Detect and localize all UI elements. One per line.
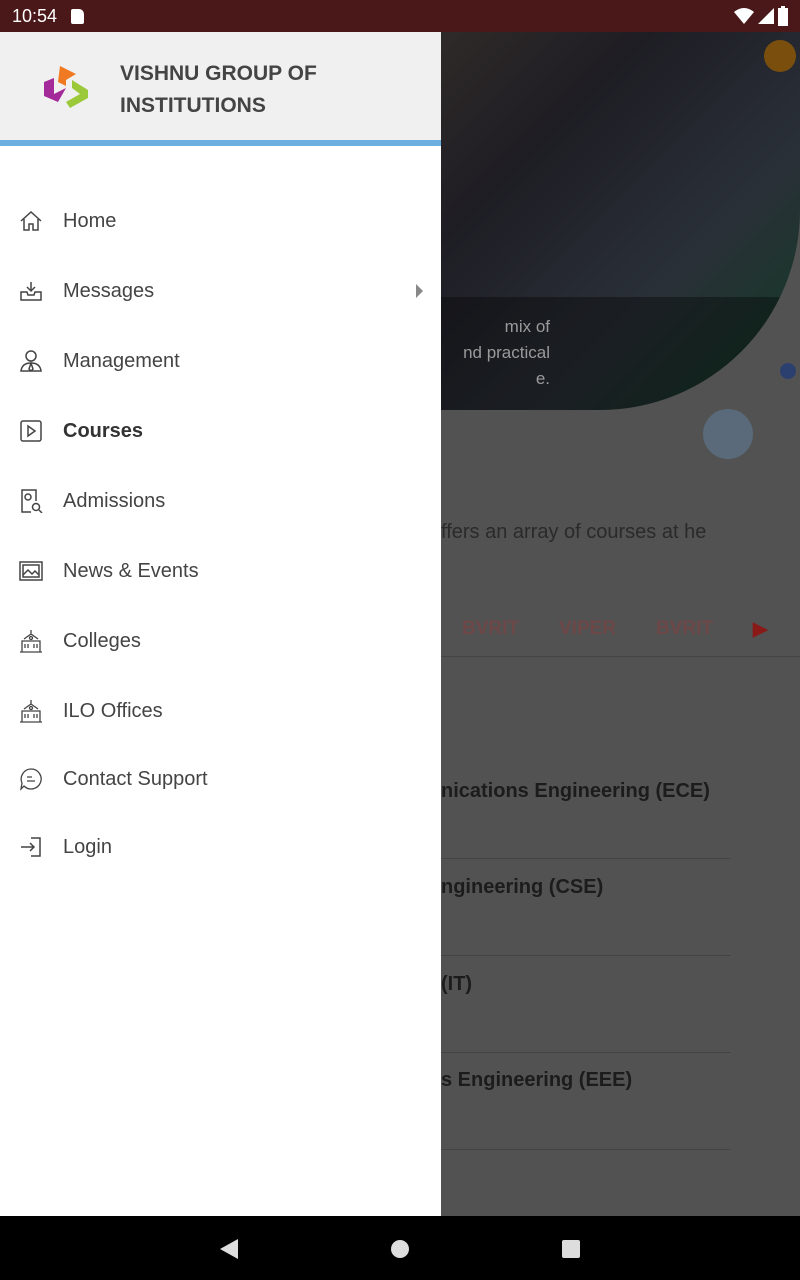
drawer-item-courses[interactable]: Courses [0, 401, 441, 461]
recents-icon[interactable] [561, 1239, 581, 1259]
back-icon[interactable] [219, 1238, 239, 1260]
drawer-item-messages[interactable]: Messages [0, 261, 441, 321]
drawer-item-label: Colleges [63, 629, 141, 652]
signal-icon [758, 8, 774, 24]
next-arrow-icon[interactable]: ▶ [753, 618, 768, 641]
drawer-item-label: Messages [63, 279, 155, 302]
person-icon [18, 348, 44, 374]
drawer-item-ilo-offices[interactable]: ILO Offices [0, 681, 441, 741]
college-tabs[interactable]: BVRIT VIPER BVRIT ▶ [462, 618, 768, 641]
image-icon [18, 558, 44, 584]
drawer-item-label: Management [63, 349, 180, 372]
drawer-item-label: Contact Support [63, 767, 208, 790]
chat-icon [18, 766, 44, 792]
divider [441, 1149, 731, 1150]
drawer-item-label: Courses [63, 419, 144, 442]
divider [441, 656, 800, 657]
drawer-item-label: ILO Offices [63, 699, 163, 722]
navigation-bar [0, 1216, 800, 1280]
course-item[interactable]: (IT) [441, 973, 781, 996]
drawer-item-label: News & Events [63, 559, 199, 582]
clock: 10:54 [12, 5, 58, 26]
inbox-icon [18, 278, 44, 304]
login-icon [18, 834, 44, 860]
building-icon [18, 628, 44, 654]
tab-viper[interactable]: VIPER [559, 618, 616, 641]
status-bar: 10:54 [0, 0, 800, 32]
decor-dot [780, 363, 796, 379]
home-icon [18, 208, 44, 234]
chevron-right-icon[interactable] [416, 284, 423, 298]
drawer-item-colleges[interactable]: Colleges [0, 611, 441, 671]
battery-icon [778, 6, 788, 26]
drawer-item-management[interactable]: Management [0, 331, 441, 391]
tab-bvrit[interactable]: BVRIT [462, 618, 519, 641]
decor-dot [703, 409, 753, 459]
divider [441, 955, 731, 956]
drawer-header: VISHNU GROUP OF INSTITUTIONS [0, 32, 441, 146]
course-item[interactable]: ngineering (CSE) [441, 876, 781, 899]
wifi-icon [734, 8, 754, 24]
vishnu-logo [44, 66, 88, 108]
document-search-icon [18, 488, 44, 514]
play-box-icon [18, 418, 44, 444]
drawer-item-label: Home [63, 209, 117, 232]
course-item[interactable]: s Engineering (EEE) [441, 1069, 781, 1092]
divider [441, 1052, 731, 1053]
decor-dot [764, 40, 796, 72]
drawer-item-home[interactable]: Home [0, 191, 441, 251]
drawer-item-label: Admissions [63, 489, 166, 512]
drawer-item-admissions[interactable]: Admissions [0, 471, 441, 531]
intro-text: ffers an array of courses at he [441, 521, 707, 543]
drawer-title: VISHNU GROUP OF INSTITUTIONS [120, 62, 317, 117]
drawer-item-label: Login [63, 835, 112, 858]
course-item[interactable]: nications Engineering (ECE) [441, 780, 781, 803]
building-icon [18, 698, 44, 724]
tab-bvrit-2[interactable]: BVRIT [656, 618, 713, 641]
sd-card-icon [71, 8, 85, 24]
home-button-icon[interactable] [390, 1239, 410, 1259]
drawer-item-login[interactable]: Login [0, 817, 441, 877]
divider [441, 858, 731, 859]
navigation-drawer: VISHNU GROUP OF INSTITUTIONS Home Messag… [0, 32, 441, 1216]
drawer-item-contact-support[interactable]: Contact Support [0, 749, 441, 809]
drawer-item-news-events[interactable]: News & Events [0, 541, 441, 601]
